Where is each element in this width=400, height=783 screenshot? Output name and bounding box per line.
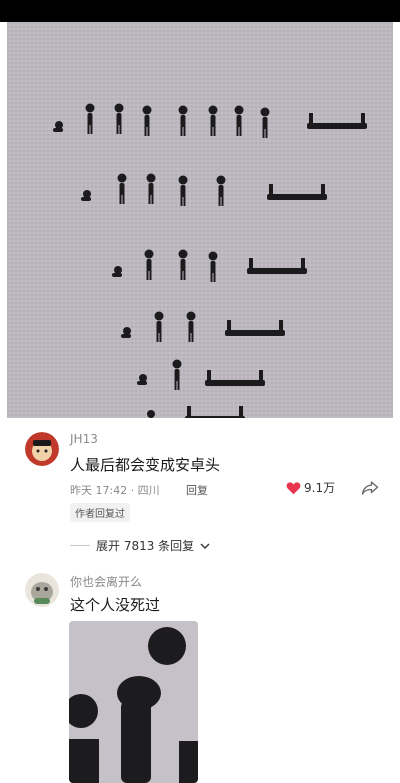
avatar[interactable] — [25, 573, 59, 607]
username[interactable]: 你也会离开么 — [70, 573, 142, 590]
comment-time: 昨天 17:42 · 四川 — [70, 484, 160, 497]
comment-image[interactable] — [69, 621, 198, 783]
heart-icon — [286, 481, 301, 494]
username[interactable]: JH13 — [70, 432, 98, 446]
avatar[interactable] — [25, 432, 59, 466]
post-image[interactable] — [7, 22, 393, 418]
expand-replies[interactable]: 展开 7813 条回复 — [70, 537, 210, 554]
share-icon[interactable] — [361, 480, 379, 500]
comment-text: 这个人没死过 — [70, 596, 161, 614]
like-count: 9.1万 — [304, 481, 336, 495]
divider — [70, 545, 90, 546]
chevron-down-icon — [200, 543, 210, 549]
expand-replies-label: 展开 7813 条回复 — [96, 539, 195, 553]
reply-button[interactable]: 回复 — [186, 482, 208, 498]
like-button[interactable]: 9.1万 — [286, 479, 335, 496]
status-bar — [0, 0, 400, 22]
author-replied-badge: 作者回复过 — [70, 503, 130, 522]
comment-text: 人最后都会变成安卓头 — [70, 456, 221, 474]
